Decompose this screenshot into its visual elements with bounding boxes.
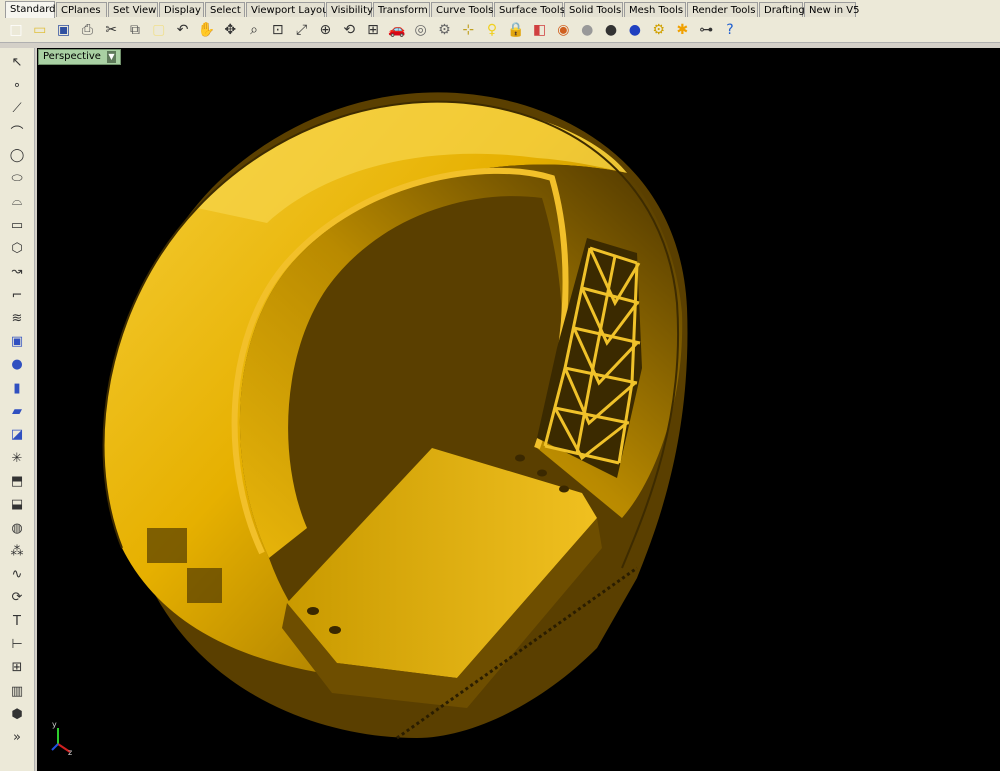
tab-viewport-layout[interactable]: Viewport Layout (246, 2, 332, 17)
tab-new-in-v5[interactable]: New in V5 (804, 2, 860, 17)
lightbulb-palette-icon[interactable]: ✱ (672, 20, 692, 40)
ring-model (102, 92, 688, 740)
more-tools-icon[interactable]: » (6, 728, 28, 748)
circle-icon[interactable]: ◯ (6, 145, 28, 165)
fillet-curves-icon[interactable]: ⌐ (6, 285, 28, 305)
snap-icon[interactable]: ⊹ (458, 20, 478, 40)
car-render-icon[interactable]: 🚗 (387, 20, 407, 40)
perspective-viewport[interactable] (37, 48, 1000, 771)
trim-icon[interactable]: ⬒ (6, 471, 28, 491)
group-icon[interactable]: ⁂ (6, 541, 28, 561)
save-icon[interactable]: ▣ (54, 20, 74, 40)
world-axes-icon: y z (44, 720, 84, 760)
zoom-selected-icon[interactable]: ⊕ (315, 20, 335, 40)
cylinder-icon[interactable]: ▮ (6, 378, 28, 398)
color-wheel-icon[interactable]: ◉ (553, 20, 573, 40)
object-properties-icon[interactable]: ◎ (411, 20, 431, 40)
sphere-shaded-icon[interactable]: ● (577, 20, 597, 40)
analyze-icon[interactable]: ▥ (6, 681, 28, 701)
rotate-view-icon[interactable]: ⟲ (339, 20, 359, 40)
tab-select[interactable]: Select (205, 2, 245, 17)
curve-control-points-icon[interactable]: ⌒ (6, 122, 28, 142)
tab-mesh-tools[interactable]: Mesh Tools (624, 2, 686, 17)
viewport-title-label: Perspective (43, 51, 101, 62)
offset-curve-icon[interactable]: ≋ (6, 308, 28, 328)
ellipse-icon[interactable]: ⬭ (6, 169, 28, 189)
sphere-blue-icon[interactable]: ● (625, 20, 645, 40)
left-tool-palette: ↖ ∘ ⟋ ⌒ ◯ ⬭ ⌓ ▭ ⬡ ↝ ⌐ ≋ ▣ ● ▮ ▰ ◪ ✳ ⬒ ⬓ ◍ ⁂ ∿ ⟳ T ⊢ ⊞ ▥ ⬢ » (0, 48, 35, 771)
dimension-icon[interactable]: ⊢ (6, 635, 28, 655)
zoom-icon[interactable]: ⌕ (244, 20, 264, 40)
help-icon[interactable]: ? (720, 20, 740, 40)
options-icon[interactable]: ⚙ (434, 20, 454, 40)
axes-graphic (51, 728, 71, 753)
blend-surface-icon[interactable]: ◪ (6, 425, 28, 445)
zoom-window-icon[interactable]: ⊡ (268, 20, 288, 40)
rectangle-icon[interactable]: ▭ (6, 215, 28, 235)
print-icon[interactable]: ⎙ (77, 20, 97, 40)
lock-icon[interactable]: 🔒 (506, 20, 526, 40)
polyline-icon[interactable]: ⟋ (6, 99, 28, 119)
arc-icon[interactable]: ⌓ (6, 192, 28, 212)
layer-icon[interactable]: ◧ (530, 20, 550, 40)
select-points-icon[interactable]: ⊶ (696, 20, 716, 40)
surface-from-curves-icon[interactable]: ▰ (6, 402, 28, 422)
tab-display[interactable]: Display (159, 2, 204, 17)
gear-icon[interactable]: ⚙ (649, 20, 669, 40)
standard-toolbar: □ ▭ ▣ ⎙ ✂ ⧉ ▢ ↶ ✋ ✥ ⌕ ⊡ ⤢ ⊕ ⟲ ⊞ 🚗 ◎ ⚙ ⊹ ♀ 🔒 ◧ ◉ ● ● ● ⚙ ✱ ⊶? (0, 18, 1000, 43)
tab-set-view[interactable]: Set View (108, 2, 158, 17)
select-arrow-icon[interactable]: ↖ (6, 52, 28, 72)
y-axis-label: y (52, 720, 57, 729)
undo-icon[interactable]: ↶ (173, 20, 193, 40)
pan-hand-icon[interactable]: ✋ (196, 20, 216, 40)
array-icon[interactable]: ⊞ (6, 658, 28, 678)
rotate-icon[interactable]: ⟳ (6, 588, 28, 608)
split-icon[interactable]: ⬓ (6, 495, 28, 515)
viewport-title-tab[interactable]: Perspective ▼ (38, 49, 121, 65)
light-bulb-icon[interactable]: ♀ (482, 20, 502, 40)
tab-drafting[interactable]: Drafting (759, 2, 805, 17)
four-viewports-icon[interactable]: ⊞ (363, 20, 383, 40)
sphere-rendered-icon[interactable]: ● (601, 20, 621, 40)
move-view-icon[interactable]: ✥ (220, 20, 240, 40)
sphere-icon[interactable]: ● (6, 355, 28, 375)
point-icon[interactable]: ∘ (6, 75, 28, 95)
copy-icon[interactable]: ⧉ (125, 20, 145, 40)
polygon-icon[interactable]: ⬡ (6, 238, 28, 258)
paste-icon[interactable]: ▢ (149, 20, 169, 40)
explode-icon[interactable]: ✳ (6, 448, 28, 468)
tab-visibility[interactable]: Visibility (326, 2, 373, 17)
toolbar-tab-bar: Standard CPlanes Set View Display Select View… (0, 0, 1000, 19)
tab-solid-tools[interactable]: Solid Tools (564, 2, 623, 17)
box-icon[interactable]: ▣ (6, 332, 28, 352)
viewport-menu-chevron-down-icon[interactable]: ▼ (106, 51, 116, 63)
tab-curve-tools[interactable]: Curve Tools (431, 2, 493, 17)
curve-from-object-icon[interactable]: ↝ (6, 262, 28, 282)
text-icon[interactable]: T (6, 611, 28, 631)
tab-cplanes[interactable]: CPlanes (56, 2, 107, 17)
tab-surface-tools[interactable]: Surface Tools (494, 2, 565, 17)
z-axis-label: z (68, 748, 73, 757)
edit-curve-icon[interactable]: ∿ (6, 565, 28, 585)
zoom-extents-icon[interactable]: ⤢ (292, 20, 312, 40)
boolean-union-icon[interactable]: ◍ (6, 518, 28, 538)
mesh-box-icon[interactable]: ⬢ (6, 704, 28, 724)
cut-icon[interactable]: ✂ (101, 20, 121, 40)
tab-render-tools[interactable]: Render Tools (687, 2, 758, 17)
new-file-icon[interactable]: □ (6, 20, 26, 40)
tab-transform[interactable]: Transform (373, 2, 430, 17)
tab-standard[interactable]: Standard (5, 1, 56, 18)
open-file-icon[interactable]: ▭ (30, 20, 50, 40)
